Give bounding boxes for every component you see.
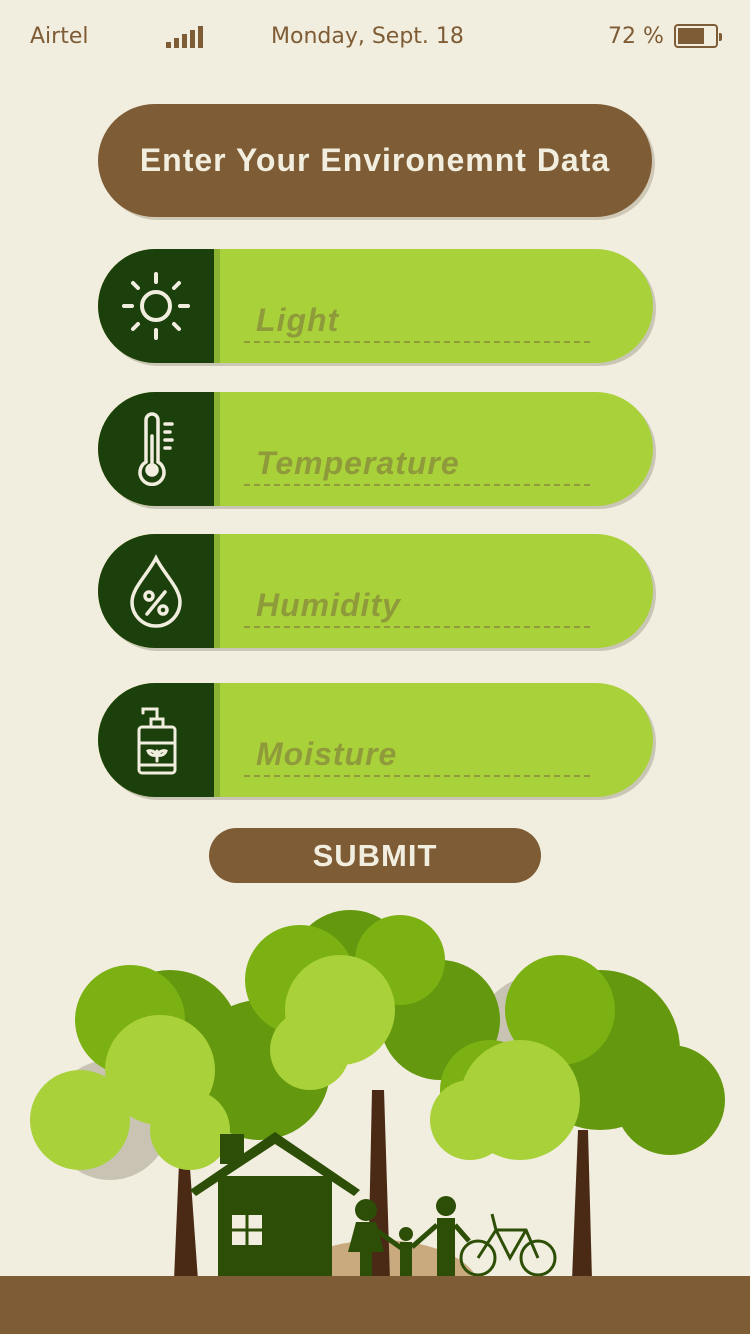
- battery-percent: 72 %: [608, 24, 664, 49]
- page-title: Enter Your Environemnt Data: [98, 104, 652, 217]
- battery-icon: [674, 24, 722, 48]
- light-input[interactable]: [244, 299, 590, 343]
- sun-icon: [98, 249, 220, 363]
- signal-icon: [166, 26, 203, 48]
- soil-moisture-icon: [98, 683, 220, 797]
- trees-house-family-illustration: [30, 910, 725, 1334]
- carrier-label: Airtel: [30, 24, 89, 49]
- moisture-input[interactable]: [244, 733, 590, 777]
- temperature-field: [98, 392, 653, 506]
- light-field: [98, 249, 653, 363]
- thermometer-icon: [98, 392, 220, 506]
- temperature-input[interactable]: [244, 442, 590, 486]
- ground: [0, 1276, 750, 1334]
- submit-button[interactable]: SUBMIT: [209, 828, 541, 883]
- status-bar: Airtel Monday, Sept. 18 72 %: [0, 22, 750, 54]
- date-label: Monday, Sept. 18: [271, 24, 464, 49]
- humidity-input[interactable]: [244, 584, 590, 628]
- moisture-field: [98, 683, 653, 797]
- humidity-field: [98, 534, 653, 648]
- humidity-drop-icon: [98, 534, 220, 648]
